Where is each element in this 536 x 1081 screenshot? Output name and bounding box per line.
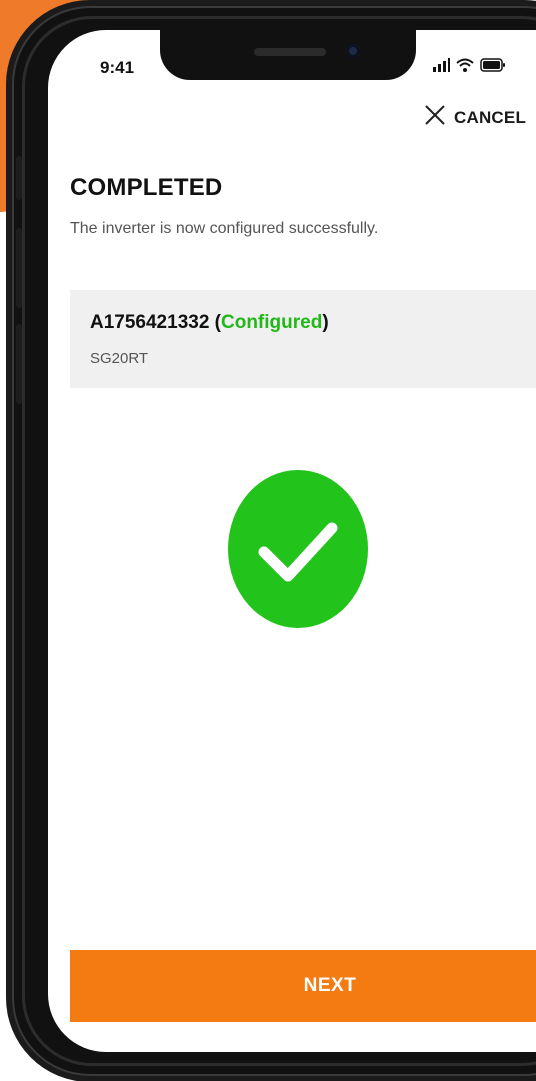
device-title: A1756421332 (Configured) [90,312,329,334]
phone-notch [160,30,416,80]
cancel-label: CANCEL [454,107,527,127]
status-time: 9:41 [100,58,135,77]
device-status: Configured [221,312,323,333]
device-status-close: ) [322,312,329,333]
front-camera [346,44,360,58]
status-icons [432,58,506,77]
phone-volume-down [16,324,22,404]
device-serial: A1756421332 [90,312,210,333]
next-label: NEXT [303,975,357,996]
phone-silent-switch [16,156,22,200]
device-card[interactable]: A1756421332 (Configured) SG20RT [70,290,536,388]
phone-screen: 9:41 CANCEL COMPLETED The inverter is no… [48,30,536,1052]
check-icon [228,522,368,632]
page-subtitle: The inverter is now configured successfu… [70,220,379,237]
speaker-grille [254,48,326,56]
success-badge [228,470,368,628]
phone-volume-up [16,228,22,308]
wifi-icon [456,58,474,77]
page-title: COMPLETED [70,174,223,201]
close-icon [424,104,446,131]
device-model: SG20RT [90,350,149,367]
device-status-open: ( [209,312,221,333]
next-button[interactable]: NEXT [70,950,536,1022]
signal-icon [432,58,450,77]
battery-icon [480,58,506,77]
cancel-button[interactable]: CANCEL [424,104,526,131]
app-stage: 9:41 CANCEL COMPLETED The inverter is no… [0,0,536,1081]
phone-frame: 9:41 CANCEL COMPLETED The inverter is no… [12,6,536,1076]
